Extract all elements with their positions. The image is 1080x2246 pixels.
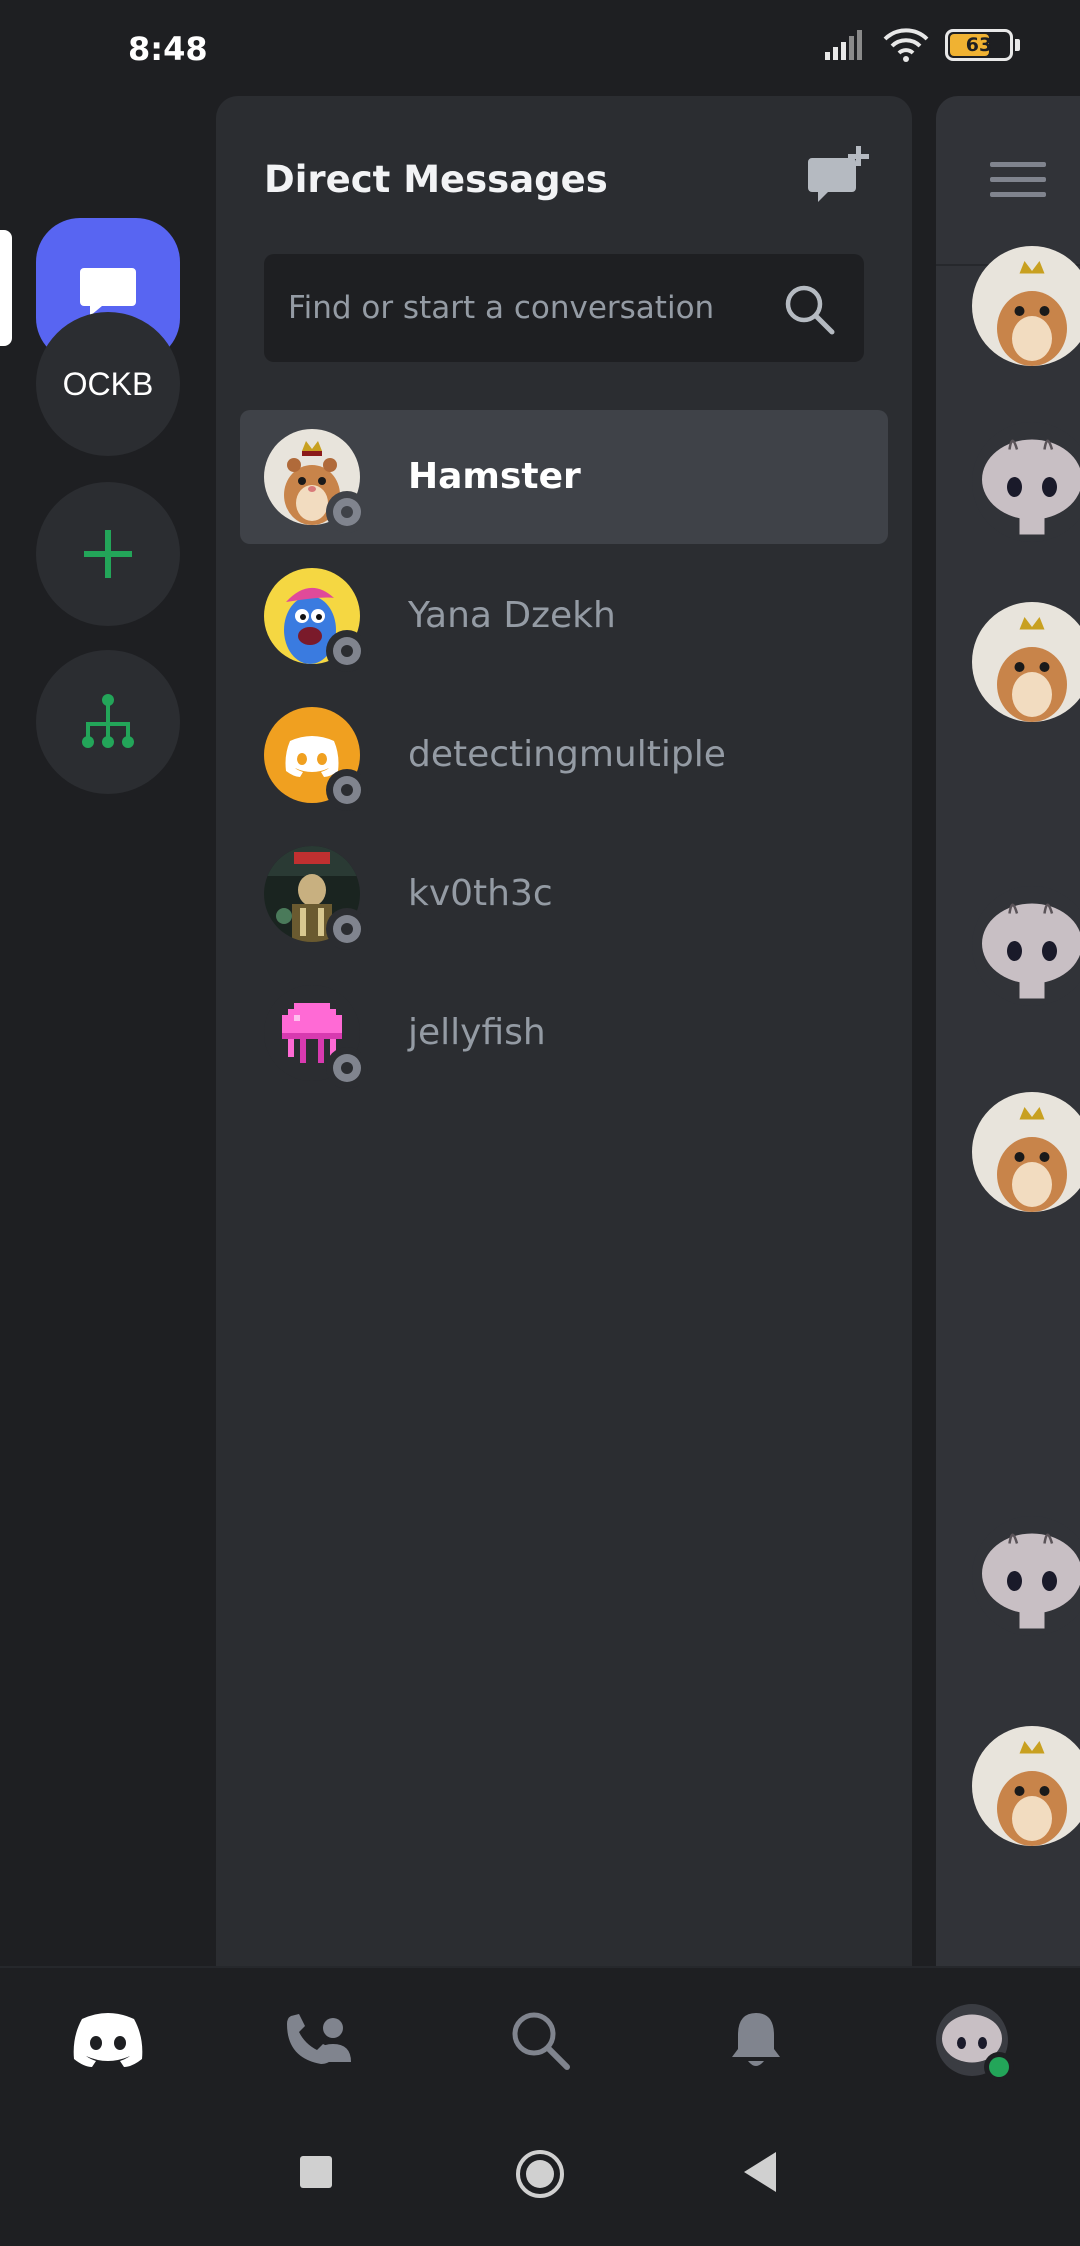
conversation-item[interactable]: Yana Dzekh (240, 549, 888, 683)
message-avatar (972, 602, 1080, 722)
online-status-icon (984, 2052, 1014, 2082)
server-ockb-label: OCKB (62, 365, 154, 402)
conversation-item[interactable]: Hamster (240, 410, 888, 544)
status-dot-hole (341, 645, 353, 657)
message-avatar (972, 246, 1080, 366)
online-dot (989, 2057, 1009, 2077)
chat-header (936, 96, 1080, 266)
battery-tip (1015, 39, 1020, 51)
search-input[interactable]: Find or start a conversation (264, 254, 864, 362)
server-ockb-button[interactable]: OCKB (36, 312, 180, 456)
hamster-avatar-image (972, 1092, 1080, 1212)
avatar-wrapper (264, 985, 368, 1089)
notifications-bell-icon (732, 2013, 780, 2066)
hamster-avatar-image (972, 246, 1080, 366)
status-dot-ring (333, 915, 361, 943)
explore-servers-button[interactable] (36, 650, 180, 794)
offline-status-icon (326, 491, 368, 533)
status-bar: 8:48 63 (0, 0, 1080, 96)
chat-preview-panel[interactable] (936, 96, 1080, 1966)
offline-status-icon (326, 908, 368, 950)
status-dot-ring (333, 498, 361, 526)
status-dot-ring (333, 1054, 361, 1082)
plus-icon (84, 530, 132, 578)
conversation-item[interactable]: kv0th3c (240, 827, 888, 961)
status-dot-ring (333, 776, 361, 804)
message-avatar (972, 886, 1080, 1006)
ghost-bunny-avatar-image (972, 886, 1080, 1006)
recent-apps-icon[interactable] (298, 2154, 334, 2190)
discord-logo-icon (73, 2013, 143, 2067)
offline-status-icon (326, 1047, 368, 1089)
conversation-name: kv0th3c (408, 873, 553, 914)
hamster-avatar-image (972, 1726, 1080, 1846)
add-server-button[interactable] (36, 482, 180, 626)
avatar-wrapper (264, 429, 368, 533)
selected-indicator (0, 230, 12, 346)
battery-level: 63 (965, 34, 993, 56)
avatar-wrapper (264, 707, 368, 811)
search-icon (785, 285, 835, 335)
message-avatar (972, 422, 1080, 542)
offline-status-icon (326, 630, 368, 672)
panel-title: Direct Messages (264, 158, 608, 201)
conversation-list: Hamster Yana Dzekh detectingmultiple kv0… (240, 410, 888, 1105)
offline-status-icon (326, 769, 368, 811)
ghost-bunny-avatar-image (972, 422, 1080, 542)
friends-tab[interactable] (280, 2000, 360, 2080)
message-avatar (972, 1726, 1080, 1846)
conversation-item[interactable]: detectingmultiple (240, 688, 888, 822)
status-dot-hole (341, 506, 353, 518)
direct-messages-panel: Direct Messages Find or start a conversa… (216, 96, 912, 1966)
search-placeholder: Find or start a conversation (288, 290, 715, 326)
status-dot-hole (341, 784, 353, 796)
status-time: 8:48 (128, 30, 208, 68)
hub-tree-icon (82, 694, 134, 748)
search-tab[interactable] (500, 2000, 580, 2080)
new-message-icon[interactable] (808, 144, 872, 208)
conversation-name: detectingmultiple (408, 734, 726, 775)
status-dot-hole (341, 1062, 353, 1074)
conversation-name: Hamster (408, 456, 581, 497)
back-button-icon[interactable] (742, 2150, 778, 2194)
status-dot-hole (341, 923, 353, 935)
search-icon (512, 2012, 570, 2070)
hamster-avatar-image (972, 602, 1080, 722)
home-button-icon[interactable] (514, 2148, 566, 2200)
status-icons: 63 (825, 28, 1020, 62)
conversation-name: jellyfish (408, 1012, 546, 1053)
battery-icon: 63 (945, 29, 1013, 61)
profile-avatar (936, 2004, 1014, 2082)
avatar-wrapper (264, 846, 368, 950)
conversation-name: Yana Dzekh (408, 595, 616, 636)
message-avatar (972, 1092, 1080, 1212)
avatar-wrapper (264, 568, 368, 672)
signal-icon (825, 30, 862, 60)
conversation-item[interactable]: jellyfish (240, 966, 888, 1100)
profile-tab[interactable] (932, 2000, 1014, 2082)
bottom-navigation (0, 1966, 1080, 2106)
friends-icon (287, 2014, 351, 2064)
ghost-bunny-avatar-image (972, 1516, 1080, 1636)
home-tab[interactable] (68, 2000, 148, 2080)
notifications-tab[interactable] (716, 2000, 796, 2080)
message-avatar (972, 1516, 1080, 1636)
system-navigation-bar (0, 2106, 1080, 2246)
hamburger-menu-icon[interactable] (990, 162, 1046, 207)
server-rail: OCKB (0, 96, 216, 1966)
wifi-icon (883, 28, 929, 62)
status-dot-ring (333, 637, 361, 665)
